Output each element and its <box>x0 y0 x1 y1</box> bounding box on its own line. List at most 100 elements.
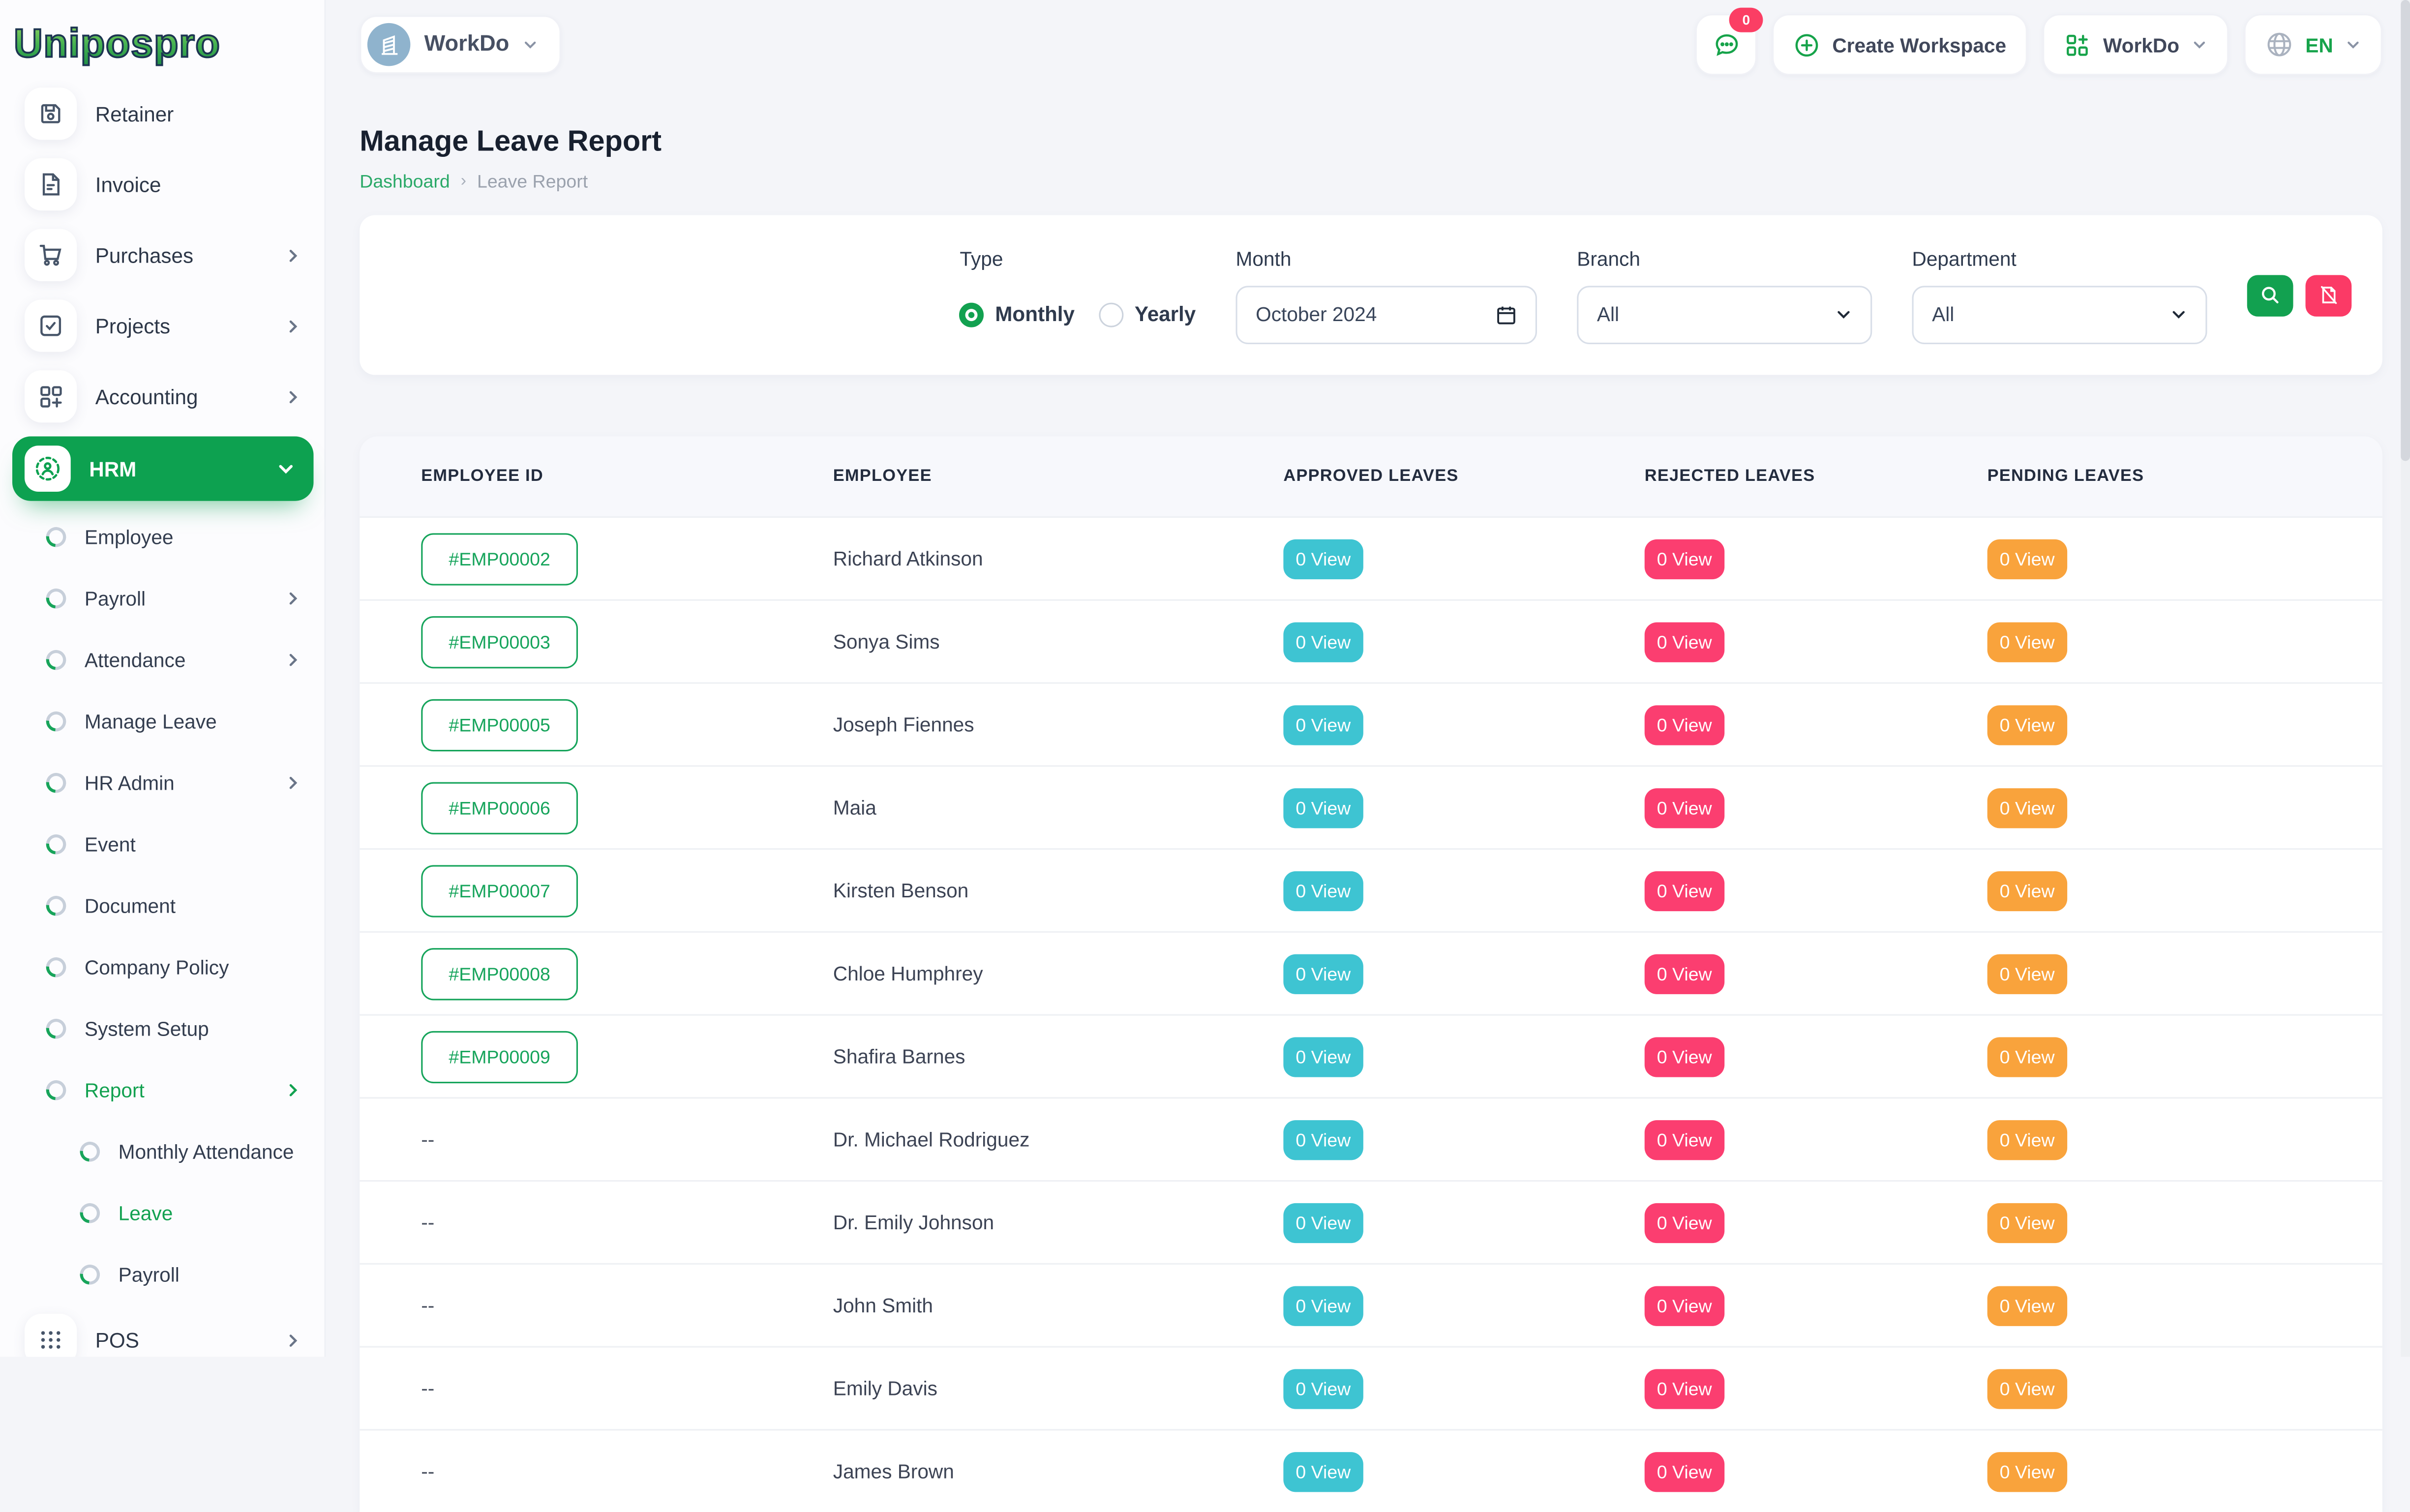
rejected-leaves-view-badge[interactable]: 0 View <box>1645 1202 1724 1242</box>
approved-leaves-view-badge[interactable]: 0 View <box>1283 705 1363 744</box>
radio-selected-icon <box>960 302 984 326</box>
pending-leaves-view-badge[interactable]: 0 View <box>1988 1368 2067 1408</box>
type-filter-label: Type <box>960 247 1196 270</box>
approved-leaves-view-badge[interactable]: 0 View <box>1283 622 1363 661</box>
sidebar-item-manage-leave[interactable]: Manage Leave <box>12 690 314 751</box>
pending-leaves-view-badge[interactable]: 0 View <box>1988 1120 2067 1159</box>
rejected-leaves-view-badge[interactable]: 0 View <box>1645 1368 1724 1408</box>
employee-id-chip[interactable]: #EMP00005 <box>421 698 578 750</box>
chevron-right-icon <box>284 1081 301 1097</box>
table-row: #EMP00009Shafira Barnes0 View0 View0 Vie… <box>360 1014 2382 1097</box>
rejected-leaves-view-badge[interactable]: 0 View <box>1645 1452 1724 1491</box>
messages-button[interactable]: 0 <box>1695 14 1757 75</box>
bullet-icon <box>42 707 70 735</box>
approved-leaves-view-badge[interactable]: 0 View <box>1283 1120 1363 1159</box>
breadcrumb-dashboard-link[interactable]: Dashboard <box>360 171 450 192</box>
sidebar-item-purchases[interactable]: Purchases <box>12 220 314 291</box>
sidebar-item-report[interactable]: Report <box>12 1059 314 1120</box>
sidebar-item-payroll[interactable]: Payroll <box>12 567 314 628</box>
approved-leaves-view-badge[interactable]: 0 View <box>1283 1368 1363 1408</box>
sidebar-item-attendance[interactable]: Attendance <box>12 628 314 690</box>
employee-id-chip[interactable]: #EMP00002 <box>421 533 578 585</box>
department-filter: Department All <box>1912 247 2207 344</box>
month-input[interactable]: October 2024 <box>1236 285 1537 344</box>
rejected-leaves-view-badge[interactable]: 0 View <box>1645 1120 1724 1159</box>
pending-leaves-view-badge[interactable]: 0 View <box>1988 705 2067 744</box>
approved-leaves-view-badge[interactable]: 0 View <box>1283 788 1363 828</box>
rejected-leaves-view-badge[interactable]: 0 View <box>1645 870 1724 910</box>
type-radio-label: Monthly <box>995 303 1075 326</box>
create-workspace-label: Create Workspace <box>1832 33 2006 56</box>
sidebar-item-hrm[interactable]: HRM <box>12 437 314 501</box>
workdo-menu-button[interactable]: WorkDo <box>2043 14 2229 75</box>
table-row: #EMP00008Chloe Humphrey0 View0 View0 Vie… <box>360 931 2382 1014</box>
sidebar-item-hr-admin[interactable]: HR Admin <box>12 751 314 813</box>
invoice-icon <box>25 158 77 210</box>
scrollbar-thumb[interactable] <box>2401 0 2410 461</box>
sidebar-item-pos[interactable]: POS <box>12 1304 314 1357</box>
employee-name: Emily Davis <box>833 1377 937 1400</box>
employee-id-chip[interactable]: #EMP00009 <box>421 1030 578 1082</box>
approved-leaves-view-badge[interactable]: 0 View <box>1283 953 1363 993</box>
employee-name: Dr. Emily Johnson <box>833 1211 994 1234</box>
search-button[interactable] <box>2247 274 2293 316</box>
pending-leaves-view-badge[interactable]: 0 View <box>1988 1452 2067 1491</box>
pending-leaves-view-badge[interactable]: 0 View <box>1988 1285 2067 1325</box>
pending-leaves-view-badge[interactable]: 0 View <box>1988 870 2067 910</box>
create-workspace-button[interactable]: Create Workspace <box>1772 14 2027 75</box>
chevron-down-icon <box>2192 37 2207 52</box>
rejected-leaves-view-badge[interactable]: 0 View <box>1645 1285 1724 1325</box>
approved-leaves-view-badge[interactable]: 0 View <box>1283 870 1363 910</box>
approved-leaves-view-badge[interactable]: 0 View <box>1283 1285 1363 1325</box>
pending-leaves-view-badge[interactable]: 0 View <box>1988 953 2067 993</box>
sidebar-item-monthly-attendance[interactable]: Monthly Attendance <box>12 1120 314 1182</box>
pending-leaves-view-badge[interactable]: 0 View <box>1988 1202 2067 1242</box>
messages-count-badge: 0 <box>1729 8 1763 32</box>
sidebar-item-company-policy[interactable]: Company Policy <box>12 936 314 997</box>
sidebar-item-invoice[interactable]: Invoice <box>12 149 314 220</box>
column-header-rejected-leaves: REJECTED LEAVES <box>1645 467 1988 486</box>
sidebar-item-accounting[interactable]: Accounting <box>12 361 314 432</box>
approved-leaves-view-badge[interactable]: 0 View <box>1283 1202 1363 1242</box>
rejected-leaves-view-badge[interactable]: 0 View <box>1645 538 1724 578</box>
sidebar-item-payroll[interactable]: Payroll <box>12 1243 314 1304</box>
table-row: #EMP00003Sonya Sims0 View0 View0 View <box>360 599 2382 682</box>
month-filter: Month October 2024 <box>1236 247 1537 344</box>
pending-leaves-view-badge[interactable]: 0 View <box>1988 1037 2067 1076</box>
rejected-leaves-view-badge[interactable]: 0 View <box>1645 622 1724 661</box>
branch-select[interactable]: All <box>1577 285 1872 344</box>
rejected-leaves-view-badge[interactable]: 0 View <box>1645 1037 1724 1076</box>
sidebar-item-employee[interactable]: Employee <box>12 505 314 567</box>
type-filter: Type Monthly Yearly <box>960 247 1196 344</box>
department-select[interactable]: All <box>1912 285 2207 344</box>
bullet-icon <box>42 1014 70 1042</box>
approved-leaves-view-badge[interactable]: 0 View <box>1283 1452 1363 1491</box>
type-radio-yearly[interactable]: Yearly <box>1099 302 1196 326</box>
employee-id-chip[interactable]: #EMP00006 <box>421 781 578 833</box>
sidebar-item-leave[interactable]: Leave <box>12 1182 314 1243</box>
rejected-leaves-view-badge[interactable]: 0 View <box>1645 953 1724 993</box>
app-logo[interactable]: Unipospro <box>0 0 326 63</box>
employee-id-empty: -- <box>421 1294 434 1317</box>
sidebar-item-system-setup[interactable]: System Setup <box>12 997 314 1059</box>
pending-leaves-view-badge[interactable]: 0 View <box>1988 788 2067 828</box>
pending-leaves-view-badge[interactable]: 0 View <box>1988 538 2067 578</box>
rejected-leaves-view-badge[interactable]: 0 View <box>1645 788 1724 828</box>
sidebar-item-retainer[interactable]: Retainer <box>12 78 314 149</box>
employee-id-chip[interactable]: #EMP00008 <box>421 948 578 1000</box>
type-radio-monthly[interactable]: Monthly <box>960 302 1075 326</box>
sidebar-item-projects[interactable]: Projects <box>12 291 314 361</box>
employee-id-chip[interactable]: #EMP00007 <box>421 864 578 917</box>
sidebar-item-document[interactable]: Document <box>12 874 314 936</box>
sidebar-item-event[interactable]: Event <box>12 813 314 874</box>
reset-filter-button[interactable] <box>2306 274 2352 316</box>
approved-leaves-view-badge[interactable]: 0 View <box>1283 1037 1363 1076</box>
rejected-leaves-view-badge[interactable]: 0 View <box>1645 705 1724 744</box>
employee-id-chip[interactable]: #EMP00003 <box>421 616 578 668</box>
approved-leaves-view-badge[interactable]: 0 View <box>1283 538 1363 578</box>
company-switcher[interactable]: WorkDo <box>360 15 561 74</box>
pending-leaves-view-badge[interactable]: 0 View <box>1988 622 2067 661</box>
hrm-icon <box>25 445 71 492</box>
page-scrollbar[interactable] <box>2401 0 2410 1357</box>
language-menu-button[interactable]: EN <box>2244 14 2382 75</box>
